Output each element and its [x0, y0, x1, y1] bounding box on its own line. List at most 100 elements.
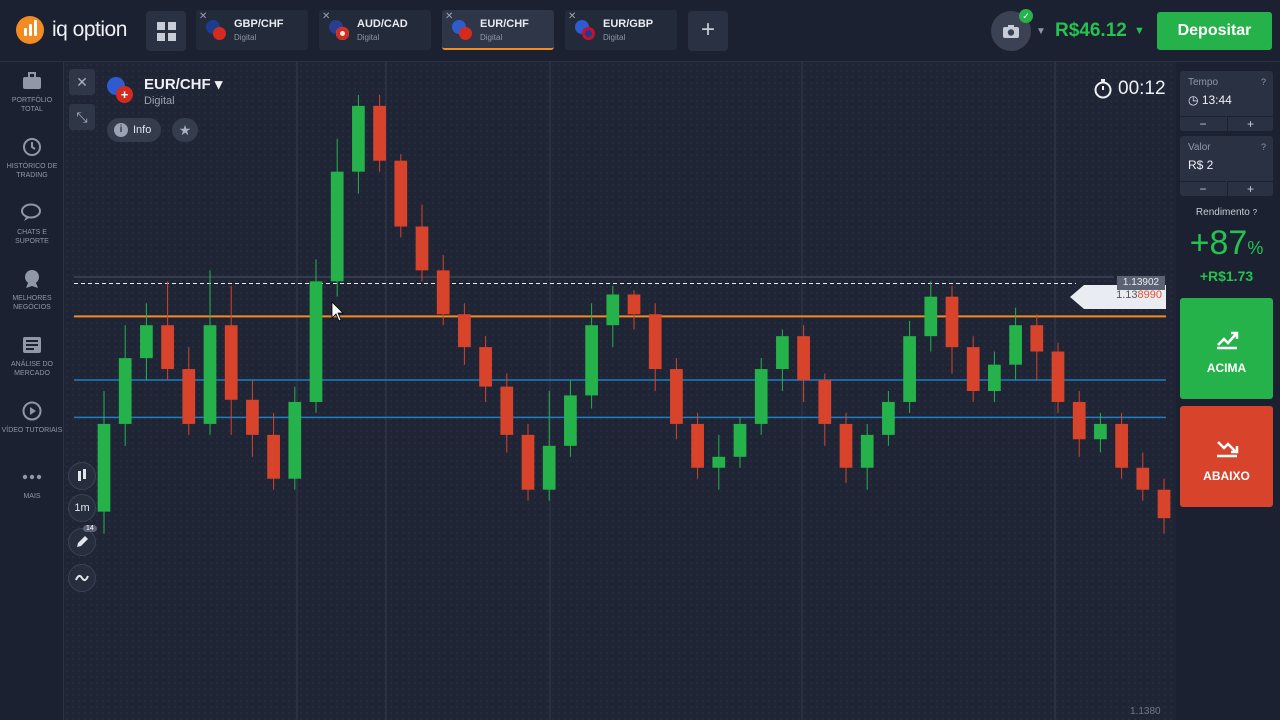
- info-icon: i: [114, 123, 128, 137]
- chart-type-candles-icon[interactable]: [68, 462, 96, 490]
- candle-body: [500, 386, 514, 435]
- asset-tab-eur-gbp[interactable]: ✕ EUR/GBP Digital: [565, 10, 677, 50]
- sidebar-item-best-deals[interactable]: MELHORES NEGÓCIOS: [0, 268, 64, 312]
- candle-body: [458, 314, 471, 348]
- sidebar-item-label: HISTÓRICO DE TRADING: [6, 163, 58, 179]
- candle-body: [161, 325, 174, 370]
- candle-body: [118, 358, 132, 424]
- candle-body: [945, 296, 959, 348]
- put-down-button[interactable]: ABAIXO: [1180, 406, 1273, 507]
- sidebar-item-chat[interactable]: CHATS E SUPORTE: [0, 202, 64, 246]
- candle-body: [776, 336, 789, 370]
- candle-body: [797, 336, 810, 381]
- more-icon: [21, 466, 43, 488]
- tab-pair: GBP/CHF: [234, 18, 284, 30]
- time-value[interactable]: ◷ 13:44: [1188, 93, 1232, 107]
- timer-value: 00:12: [1118, 78, 1166, 99]
- chevron-down-icon[interactable]: ▼: [1134, 25, 1145, 37]
- amount-decrease-button[interactable]: −: [1180, 181, 1226, 196]
- call-up-button[interactable]: ACIMA: [1180, 298, 1273, 399]
- sidebar-item-market-analysis[interactable]: ANÁLISE DO MERCADO: [0, 334, 64, 378]
- candle-body: [627, 294, 641, 315]
- candle-body: [182, 369, 196, 424]
- timeframe-button[interactable]: 1m: [68, 494, 96, 522]
- candle-body: [97, 423, 111, 512]
- candle-body: [860, 434, 874, 468]
- deposit-button[interactable]: Depositar: [1157, 12, 1272, 50]
- wave-icon: [75, 574, 89, 582]
- sidebar-item-more[interactable]: MAIS: [0, 466, 64, 501]
- tab-pair: EUR/CHF: [480, 18, 529, 30]
- drawing-tools-button[interactable]: 14: [68, 525, 97, 556]
- candle-body: [1136, 467, 1150, 490]
- help-icon[interactable]: ?: [1253, 208, 1257, 217]
- candlestick-chart[interactable]: [64, 62, 1176, 720]
- sidebar-item-label: ANÁLISE DO MERCADO: [10, 361, 53, 377]
- tab-type: Digital: [357, 33, 380, 42]
- candle-body: [564, 395, 577, 446]
- candle-body: [224, 325, 238, 400]
- asset-tab-gbp-chf[interactable]: ✕ GBP/CHF Digital: [196, 10, 308, 50]
- time-decrease-button[interactable]: −: [1180, 116, 1226, 131]
- expiry-timer: 00:12: [1094, 78, 1166, 100]
- candle-body: [203, 325, 217, 424]
- candle-body: [140, 325, 153, 359]
- chevron-down-icon[interactable]: ▼: [1036, 26, 1046, 37]
- current-price-label: 1.138990: [1116, 289, 1162, 301]
- amount-field[interactable]: Valor ? R$ 2 − +: [1180, 136, 1273, 196]
- brand-name: iq option: [52, 18, 127, 41]
- price-axis-label: 1.1380: [1130, 706, 1161, 717]
- history-icon: [21, 136, 43, 158]
- stopwatch-icon: [1094, 79, 1112, 99]
- brand-logo[interactable]: iq option: [16, 16, 127, 44]
- candle-body: [839, 423, 853, 468]
- amount-increase-button[interactable]: +: [1227, 181, 1273, 196]
- pencil-icon: [77, 536, 88, 547]
- sidebar-item-history[interactable]: HISTÓRICO DE TRADING: [0, 136, 64, 180]
- time-increase-button[interactable]: +: [1227, 116, 1273, 131]
- candle-body: [903, 336, 916, 402]
- flag-icon: [206, 20, 226, 40]
- tab-pair: EUR/GBP: [603, 18, 654, 30]
- account-balance[interactable]: R$46.12: [1055, 20, 1127, 42]
- time-field[interactable]: Tempo ? ◷ 13:44 − +: [1180, 71, 1273, 131]
- candle-body: [754, 369, 768, 424]
- expand-icon[interactable]: ⤡: [69, 104, 95, 130]
- help-icon[interactable]: ?: [1261, 77, 1266, 87]
- indicators-button[interactable]: [68, 564, 96, 592]
- amount-label: Valor: [1188, 142, 1211, 153]
- asset-tab-aud-cad[interactable]: ✕ AUD/CAD Digital: [319, 10, 431, 50]
- amount-value[interactable]: R$ 2: [1188, 158, 1213, 172]
- candle-body: [267, 434, 280, 479]
- candle-body: [542, 445, 556, 490]
- candle-body: [1157, 489, 1171, 519]
- info-button[interactable]: i Info: [107, 118, 161, 142]
- candle-body: [352, 105, 365, 172]
- screenshot-button[interactable]: ✓: [991, 9, 1033, 51]
- tab-pair: AUD/CAD: [357, 18, 408, 30]
- asset-tab-eur-chf[interactable]: ✕ EUR/CHF Digital: [442, 10, 554, 50]
- flag-icon: [575, 20, 595, 40]
- drawings-count-badge: 14: [83, 525, 97, 532]
- candle-body: [818, 380, 832, 424]
- sidebar-item-portfolio[interactable]: PORTFÓLIO TOTAL: [0, 70, 64, 114]
- tab-type: Digital: [603, 33, 626, 42]
- favorite-star-icon[interactable]: ★: [172, 118, 198, 142]
- close-chart-button[interactable]: ✕: [69, 69, 95, 95]
- play-icon: [21, 400, 43, 422]
- up-label: ACIMA: [1206, 361, 1247, 375]
- candle-body: [479, 347, 492, 387]
- trend-up-icon: [1216, 331, 1238, 350]
- candle-body: [309, 281, 323, 402]
- add-asset-button[interactable]: +: [688, 11, 728, 51]
- asset-name[interactable]: EUR/CHF ▾: [144, 75, 222, 93]
- candle-body: [924, 296, 938, 337]
- all-assets-grid-button[interactable]: [146, 11, 186, 51]
- help-icon[interactable]: ?: [1261, 142, 1266, 152]
- candle-body: [373, 105, 386, 161]
- price-chart[interactable]: [64, 62, 1176, 720]
- grid-icon: [156, 21, 176, 41]
- sidebar-item-video-tutorials[interactable]: VÍDEO TUTORIAIS: [0, 400, 64, 435]
- candle-body: [670, 369, 683, 424]
- candle-body: [733, 423, 747, 457]
